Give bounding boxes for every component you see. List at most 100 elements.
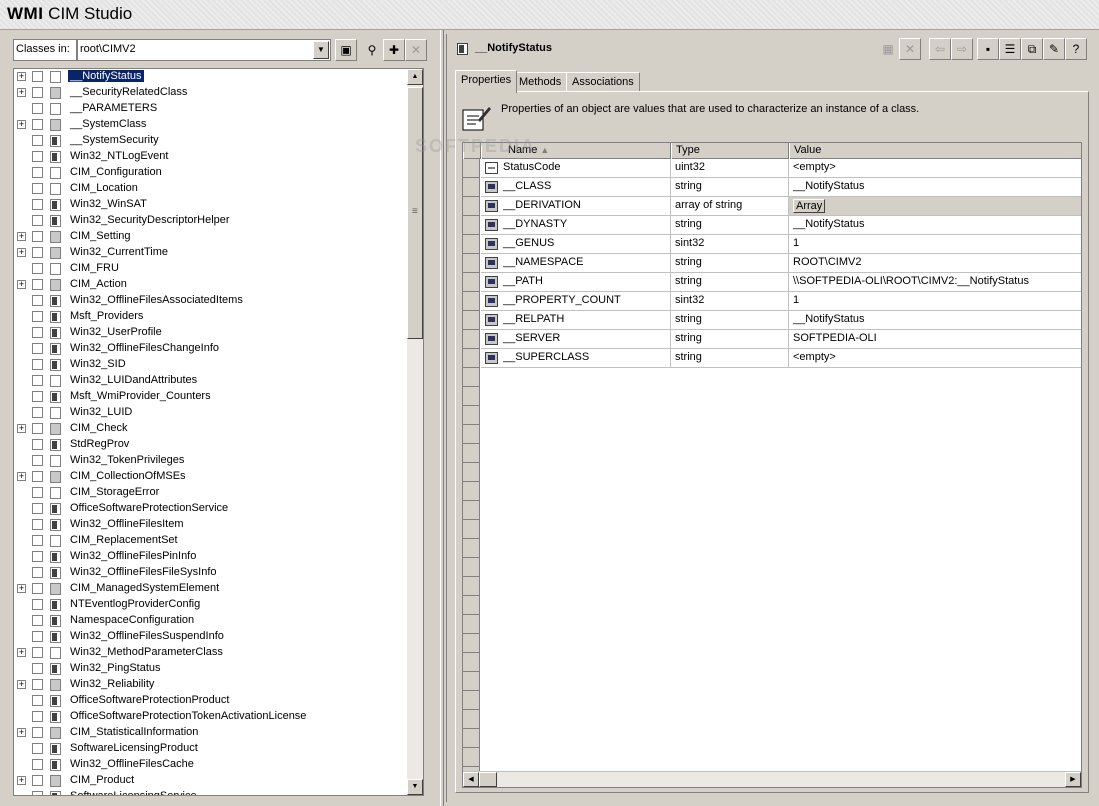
scroll-thumb-horizontal[interactable] (479, 772, 497, 787)
checkbox[interactable] (32, 231, 43, 242)
expand-icon[interactable]: + (17, 232, 26, 241)
checkbox[interactable] (32, 791, 43, 795)
tree-item[interactable]: Win32_OfflineFilesChangeInfo (14, 341, 409, 357)
tree-item[interactable]: NamespaceConfiguration (14, 613, 409, 629)
expand-icon[interactable]: + (17, 248, 26, 257)
tree-item[interactable]: + CIM_Action (14, 277, 409, 293)
checkbox[interactable] (32, 631, 43, 642)
tree-item[interactable]: Win32_SecurityDescriptorHelper (14, 213, 409, 229)
checkbox[interactable] (32, 455, 43, 466)
checkbox[interactable] (32, 599, 43, 610)
tree-vertical-scrollbar[interactable]: ▲ ▼ (407, 69, 423, 795)
property-value-cell[interactable]: ROOT\CIMV2 (789, 254, 1081, 272)
back-button[interactable]: ⇦ (929, 38, 951, 60)
property-row[interactable]: __RELPATH string __NotifyStatus (481, 311, 1081, 330)
checkbox[interactable] (32, 423, 43, 434)
tab-associations[interactable]: Associations (566, 72, 640, 92)
property-value-cell[interactable]: __NotifyStatus (789, 311, 1081, 329)
tree-item[interactable]: + CIM_Product (14, 773, 409, 789)
tree-item[interactable]: Win32_WinSAT (14, 197, 409, 213)
expand-icon[interactable]: + (17, 88, 26, 97)
expand-icon[interactable]: + (17, 280, 26, 289)
property-value-cell[interactable]: \\SOFTPEDIA-OLI\ROOT\CIMV2:__NotifyStatu… (789, 273, 1081, 291)
tree-item[interactable]: __SystemSecurity (14, 133, 409, 149)
namespace-browse-button[interactable]: ▣ (335, 39, 357, 61)
property-value-cell[interactable]: <empty> (789, 159, 1081, 177)
tree-item[interactable]: + CIM_ManagedSystemElement (14, 581, 409, 597)
tree-item[interactable]: CIM_Location (14, 181, 409, 197)
column-type-header[interactable]: Type (671, 143, 789, 159)
checkbox[interactable] (32, 375, 43, 386)
property-row[interactable]: __SUPERCLASS string <empty> (481, 349, 1081, 368)
expand-icon[interactable]: + (17, 648, 26, 657)
scroll-up-button[interactable]: ▲ (407, 69, 423, 85)
tree-item[interactable]: Win32_OfflineFilesSuspendInfo (14, 629, 409, 645)
tree-item[interactable]: Win32_NTLogEvent (14, 149, 409, 165)
checkbox[interactable] (32, 407, 43, 418)
checkbox[interactable] (32, 647, 43, 658)
tree-item[interactable]: Win32_LUIDandAttributes (14, 373, 409, 389)
tree-item[interactable]: + __NotifyStatus (14, 69, 409, 85)
property-value-cell[interactable]: SOFTPEDIA-OLI (789, 330, 1081, 348)
checkbox[interactable] (32, 135, 43, 146)
checkbox[interactable] (32, 199, 43, 210)
search-button[interactable]: ⚲ (361, 39, 383, 61)
class-tree[interactable]: + __NotifyStatus + __SecurityRelatedClass __… (13, 68, 424, 796)
checkbox[interactable] (32, 183, 43, 194)
checkbox[interactable] (32, 583, 43, 594)
tree-item[interactable]: + CIM_StatisticalInformation (14, 725, 409, 741)
property-value-cell[interactable]: 1 (789, 235, 1081, 253)
tree-item[interactable]: Win32_TokenPrivileges (14, 453, 409, 469)
forward-button[interactable]: ⇨ (951, 38, 973, 60)
checkbox[interactable] (32, 519, 43, 530)
checkbox[interactable] (32, 263, 43, 274)
tree-item[interactable]: Win32_PingStatus (14, 661, 409, 677)
checkbox[interactable] (32, 503, 43, 514)
checkbox[interactable] (32, 295, 43, 306)
tree-item[interactable]: Win32_UserProfile (14, 325, 409, 341)
expand-icon[interactable]: + (17, 584, 26, 593)
tree-item[interactable]: OfficeSoftwareProtectionService (14, 501, 409, 517)
query-button[interactable]: ✎ (1043, 38, 1065, 60)
checkbox[interactable] (32, 535, 43, 546)
tree-item[interactable]: + CIM_Setting (14, 229, 409, 245)
tree-item[interactable]: Win32_OfflineFilesAssociatedItems (14, 293, 409, 309)
property-row[interactable]: __PROPERTY_COUNT sint32 1 (481, 292, 1081, 311)
checkbox[interactable] (32, 87, 43, 98)
property-value-cell[interactable]: Array (789, 197, 1081, 215)
property-row[interactable]: __PATH string \\SOFTPEDIA-OLI\ROOT\CIMV2:_… (481, 273, 1081, 292)
property-row[interactable]: __DYNASTY string __NotifyStatus (481, 216, 1081, 235)
checkbox[interactable] (32, 343, 43, 354)
checkbox[interactable] (32, 727, 43, 738)
delete-object-button[interactable]: ✕ (899, 38, 921, 60)
tree-item[interactable]: StdRegProv (14, 437, 409, 453)
namespace-combo[interactable]: root\CIMV2 ▼ (77, 39, 331, 61)
tree-item[interactable]: OfficeSoftwareProtectionProduct (14, 693, 409, 709)
tree-item[interactable]: + __SystemClass (14, 117, 409, 133)
tree-item[interactable]: Msft_Providers (14, 309, 409, 325)
expand-icon[interactable]: + (17, 472, 26, 481)
property-row[interactable]: StatusCode uint32 <empty> (481, 159, 1081, 178)
property-value-cell[interactable]: <empty> (789, 349, 1081, 367)
delete-class-button[interactable]: ✕ (405, 39, 427, 61)
tree-item[interactable]: Win32_OfflineFilesItem (14, 517, 409, 533)
checkbox[interactable] (32, 167, 43, 178)
tree-item[interactable]: Msft_WmiProvider_Counters (14, 389, 409, 405)
expand-icon[interactable]: + (17, 72, 26, 81)
tree-item[interactable]: CIM_ReplacementSet (14, 533, 409, 549)
expand-icon[interactable]: + (17, 424, 26, 433)
property-row[interactable]: __NAMESPACE string ROOT\CIMV2 (481, 254, 1081, 273)
tree-item[interactable]: CIM_Configuration (14, 165, 409, 181)
scroll-down-button[interactable]: ▼ (407, 779, 423, 795)
checkbox[interactable] (32, 775, 43, 786)
tree-item[interactable]: Win32_LUID (14, 405, 409, 421)
checkbox[interactable] (32, 663, 43, 674)
checkbox[interactable] (32, 391, 43, 402)
tree-item[interactable]: SoftwareLicensingProduct (14, 741, 409, 757)
expand-icon[interactable]: + (17, 776, 26, 785)
tree-item[interactable]: Win32_OfflineFilesCache (14, 757, 409, 773)
property-value-cell[interactable]: __NotifyStatus (789, 178, 1081, 196)
checkbox[interactable] (32, 471, 43, 482)
property-value-cell[interactable]: __NotifyStatus (789, 216, 1081, 234)
checkbox[interactable] (32, 615, 43, 626)
